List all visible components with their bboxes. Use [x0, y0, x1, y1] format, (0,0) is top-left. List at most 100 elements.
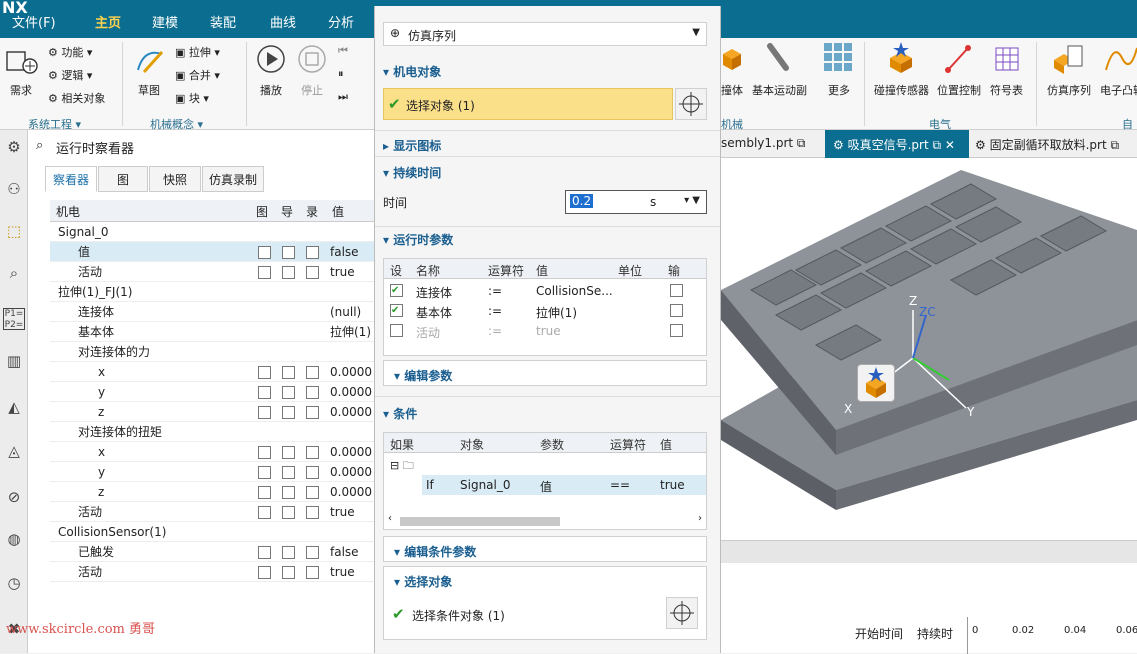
folder-icon[interactable]: ⊟ 🗀: [390, 457, 414, 476]
sim-sequence-label[interactable]: 仿真序列: [1047, 82, 1091, 98]
tree-row-checkbox[interactable]: [282, 406, 295, 419]
rt-row[interactable]: ✔ 基本体:= 拉伸(1): [384, 301, 706, 321]
tree-row[interactable]: 活动 true: [50, 562, 374, 582]
tree-row-checkbox[interactable]: [306, 546, 319, 559]
tree-row-checkbox[interactable]: [258, 386, 271, 399]
basic-joint-label[interactable]: 基本运动副: [752, 82, 807, 98]
sim-sequence-icon[interactable]: [1052, 42, 1088, 74]
tree-row-checkbox[interactable]: [282, 246, 295, 259]
tree-row[interactable]: x 0.0000: [50, 362, 374, 382]
tree-row[interactable]: z 0.0000: [50, 482, 374, 502]
rt-set-checkbox[interactable]: ✔: [390, 304, 403, 317]
rt-output-checkbox[interactable]: [670, 324, 683, 337]
section-condition[interactable]: ▾ 条件: [383, 405, 417, 422]
tree-row[interactable]: 活动 true: [50, 262, 374, 282]
e-cam-icon[interactable]: [1104, 42, 1137, 74]
sketch-icon[interactable]: [134, 44, 166, 76]
menu-curve[interactable]: 曲线: [270, 12, 296, 31]
gear-icon[interactable]: ⚙: [3, 136, 25, 158]
tree-row-checkbox[interactable]: [282, 446, 295, 459]
rt-set-checkbox[interactable]: ✔: [390, 284, 403, 297]
edit-params-header[interactable]: ▾ 编辑参数: [383, 360, 707, 386]
tree-row-checkbox[interactable]: [306, 506, 319, 519]
menu-assembly[interactable]: 装配: [210, 12, 236, 31]
tree-row-checkbox[interactable]: [306, 366, 319, 379]
tree-row-checkbox[interactable]: [282, 486, 295, 499]
physics-nav-icon[interactable]: ▥: [3, 350, 25, 372]
unit-chevron-icon[interactable]: ▾ ▼: [684, 195, 700, 206]
tree-row-checkbox[interactable]: [258, 246, 271, 259]
collision-sensor-icon[interactable]: [886, 42, 916, 74]
signal-nav-icon[interactable]: ⊘: [3, 486, 25, 508]
graphics-viewport[interactable]: X Y Z ZC: [721, 130, 1137, 540]
symbol-table-label[interactable]: 符号表: [990, 82, 1023, 98]
edit-cond-params-header[interactable]: ▾ 编辑条件参数: [383, 536, 707, 562]
play-label[interactable]: 播放: [260, 82, 282, 98]
rt-row[interactable]: ✔ 连接体:= CollisionSe...: [384, 281, 706, 301]
tree-row[interactable]: z 0.0000: [50, 402, 374, 422]
sensor-nav-icon[interactable]: ◬: [3, 440, 25, 462]
tree-row-checkbox[interactable]: [306, 446, 319, 459]
cond-crosshair-button[interactable]: [666, 597, 698, 629]
block-item[interactable]: ▣ 块 ▾: [175, 90, 209, 106]
tree-row[interactable]: 值 false: [50, 242, 374, 262]
tree-row[interactable]: 已触发 false: [50, 542, 374, 562]
menu-analysis[interactable]: 分析: [328, 12, 354, 31]
play-icon[interactable]: [256, 44, 286, 74]
rt-output-checkbox[interactable]: [670, 284, 683, 297]
section-duration[interactable]: ▾ 持续时间: [383, 164, 441, 181]
tree-row-checkbox[interactable]: [258, 266, 271, 279]
rewind-icon[interactable]: ⏮: [338, 44, 348, 58]
sim-sequence-marker-icon[interactable]: [857, 364, 895, 402]
rt-output-checkbox[interactable]: [670, 304, 683, 317]
tree-row[interactable]: Signal_0: [50, 222, 374, 242]
tree-row[interactable]: 活动 true: [50, 502, 374, 522]
tree-row-checkbox[interactable]: [306, 486, 319, 499]
position-control-icon[interactable]: [944, 42, 974, 74]
tree-row-checkbox[interactable]: [258, 486, 271, 499]
cond-row[interactable]: If Signal_0 值 == true: [422, 475, 706, 495]
web-icon[interactable]: ◍: [3, 528, 25, 550]
tree-row-checkbox[interactable]: [258, 406, 271, 419]
tree-row-checkbox[interactable]: [306, 466, 319, 479]
tree-row[interactable]: 基本体 拉伸(1): [50, 322, 374, 342]
tree-row-checkbox[interactable]: [282, 266, 295, 279]
tree-row-checkbox[interactable]: [258, 466, 271, 479]
stop-icon[interactable]: [297, 44, 327, 74]
scroll-left-icon[interactable]: ‹: [388, 513, 392, 524]
part-nav-icon[interactable]: ⬚: [3, 220, 25, 242]
tab-inspector[interactable]: 察看器: [45, 166, 97, 192]
tab-fixed-joint[interactable]: ⚙ 固定副循环取放料.prt ⧉: [975, 136, 1119, 153]
assembly-nav-icon[interactable]: ⚇: [3, 178, 25, 200]
crosshair-select-button[interactable]: [675, 88, 707, 120]
select-cond-object-label[interactable]: 选择条件对象 (1): [412, 607, 505, 624]
joint-icon[interactable]: [764, 42, 794, 72]
tree-row-checkbox[interactable]: [258, 446, 271, 459]
tab-graph[interactable]: 图: [98, 166, 148, 192]
tree-row-checkbox[interactable]: [282, 466, 295, 479]
tree-row-checkbox[interactable]: [306, 266, 319, 279]
symbol-table-icon[interactable]: [990, 42, 1020, 74]
parameters-icon[interactable]: P1= P2=: [3, 308, 25, 330]
timeline-ruler[interactable]: 0 0.02 0.04 0.06: [967, 617, 1137, 654]
requirement-label[interactable]: 需求: [10, 82, 32, 98]
menu-home[interactable]: 主页: [95, 12, 121, 31]
tree-row[interactable]: 对连接体的扭矩: [50, 422, 374, 442]
rt-row[interactable]: 活动:= true: [384, 321, 706, 341]
tree-row-checkbox[interactable]: [306, 246, 319, 259]
menu-file[interactable]: 文件(F): [12, 12, 56, 31]
tree-row-checkbox[interactable]: [258, 506, 271, 519]
tree-row[interactable]: y 0.0000: [50, 462, 374, 482]
collision-body-icon[interactable]: [721, 42, 743, 72]
section-runtime-params[interactable]: ▾ 运行时参数: [383, 231, 453, 248]
tree-row[interactable]: y 0.0000: [50, 382, 374, 402]
tree-row-checkbox[interactable]: [282, 546, 295, 559]
function-item[interactable]: ⚙ 功能 ▾: [48, 44, 92, 60]
inspector-icon[interactable]: ⌕: [3, 262, 25, 284]
more-grid-icon[interactable]: [823, 42, 853, 72]
rt-set-checkbox[interactable]: [390, 324, 403, 337]
sketch-label[interactable]: 草图: [138, 82, 160, 98]
tree-row-checkbox[interactable]: [306, 386, 319, 399]
tree-row[interactable]: 对连接体的力: [50, 342, 374, 362]
related-object-item[interactable]: ⚙ 相关对象: [48, 90, 105, 106]
